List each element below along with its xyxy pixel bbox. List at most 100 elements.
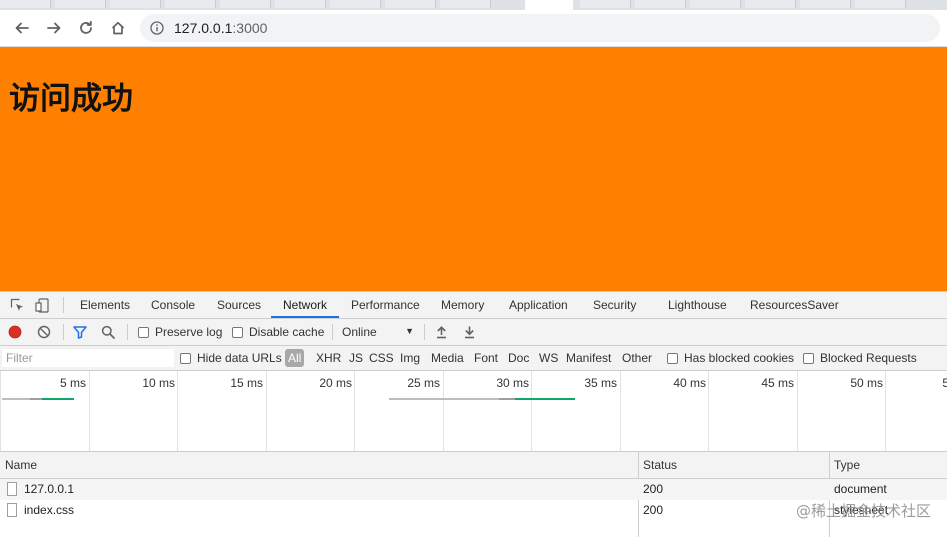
search-icon xyxy=(101,325,115,339)
watermark: @稀土掘金技术社区 xyxy=(795,502,931,520)
export-har-button[interactable] xyxy=(463,319,476,345)
hide-data-urls-checkbox[interactable]: Hide data URLs xyxy=(180,346,282,370)
back-button[interactable] xyxy=(8,14,36,42)
timeline-tick-label: 25 ms xyxy=(407,376,440,390)
checkbox-box[interactable] xyxy=(667,352,678,364)
browser-tab[interactable] xyxy=(0,0,51,8)
tab-sources[interactable]: Sources xyxy=(217,292,261,318)
tab-security[interactable]: Security xyxy=(593,292,636,318)
column-header-status[interactable]: Status xyxy=(643,452,677,478)
reload-button[interactable] xyxy=(72,14,100,42)
url-text[interactable]: 127.0.0.1:3000 xyxy=(174,20,267,36)
checkbox-box[interactable] xyxy=(138,326,149,338)
divider xyxy=(332,324,333,340)
type-filter-font[interactable]: Font xyxy=(474,349,498,367)
preserve-log-checkbox[interactable]: Preserve log xyxy=(138,319,222,345)
has-blocked-cookies-label: Has blocked cookies xyxy=(684,351,795,365)
disable-cache-label: Disable cache xyxy=(249,325,325,339)
forward-button[interactable] xyxy=(40,14,68,42)
tab-application[interactable]: Application xyxy=(509,292,568,318)
filter-toggle-button[interactable] xyxy=(73,319,87,345)
divider xyxy=(424,324,425,340)
tab-strip xyxy=(0,0,947,10)
hide-data-urls-label: Hide data URLs xyxy=(197,351,282,365)
timeline-gridline xyxy=(354,371,355,451)
timeline-tick-label: 30 ms xyxy=(496,376,529,390)
timeline-tick-label: 15 ms xyxy=(230,376,263,390)
timeline-gridline xyxy=(177,371,178,451)
type-filter-doc[interactable]: Doc xyxy=(508,349,529,367)
has-blocked-cookies-checkbox[interactable]: Has blocked cookies xyxy=(667,346,794,370)
browser-tab[interactable] xyxy=(275,0,326,8)
browser-tab[interactable] xyxy=(800,0,851,8)
throttling-select[interactable]: Online ▼ xyxy=(336,323,418,341)
tab-lighthouse[interactable]: Lighthouse xyxy=(668,292,727,318)
checkbox-box[interactable] xyxy=(232,326,243,338)
timeline-gridline xyxy=(89,371,90,451)
browser-tab[interactable] xyxy=(440,0,491,8)
clear-button[interactable] xyxy=(37,319,51,345)
timeline-gridline xyxy=(0,371,1,451)
timeline-gridline xyxy=(797,371,798,451)
type-filter-media[interactable]: Media xyxy=(431,349,464,367)
tab-memory[interactable]: Memory xyxy=(441,292,484,318)
table-row[interactable]: 127.0.0.1 200 document xyxy=(0,479,947,500)
type-filter-all[interactable]: All xyxy=(285,349,305,367)
browser-tab[interactable] xyxy=(580,0,631,8)
browser-tab[interactable] xyxy=(165,0,216,8)
device-toolbar-icon[interactable] xyxy=(34,296,52,314)
waterfall-download-bar xyxy=(42,398,74,400)
type-filter-img[interactable]: Img xyxy=(400,349,420,367)
import-har-button[interactable] xyxy=(435,319,448,345)
column-header-type[interactable]: Type xyxy=(834,452,860,478)
checkbox-box[interactable] xyxy=(803,352,814,364)
address-bar[interactable]: 127.0.0.1:3000 xyxy=(140,14,940,42)
home-icon xyxy=(111,21,125,35)
type-filter-xhr[interactable]: XHR xyxy=(316,349,341,367)
site-info-icon[interactable] xyxy=(150,20,166,36)
disable-cache-checkbox[interactable]: Disable cache xyxy=(232,319,324,345)
type-filter-css[interactable]: CSS xyxy=(369,349,394,367)
page-heading: 访问成功 xyxy=(9,81,133,117)
record-button[interactable] xyxy=(8,319,22,345)
type-filter-ws[interactable]: WS xyxy=(539,349,558,367)
url-port: :3000 xyxy=(232,20,268,36)
browser-tab[interactable] xyxy=(330,0,381,8)
filter-bar: Hide data URLs All XHR JS CSS Img Media … xyxy=(0,346,947,371)
browser-tab[interactable] xyxy=(220,0,271,8)
type-filter-other[interactable]: Other xyxy=(622,349,652,367)
type-filter-manifest[interactable]: Manifest xyxy=(566,349,611,367)
waterfall-download-bar xyxy=(515,398,575,400)
browser-tab[interactable] xyxy=(55,0,106,8)
timeline-tick-label: 10 ms xyxy=(142,376,175,390)
tab-elements[interactable]: Elements xyxy=(80,292,130,318)
column-header-name[interactable]: Name xyxy=(5,452,37,478)
browser-tab[interactable] xyxy=(110,0,161,8)
home-button[interactable] xyxy=(104,14,132,42)
timeline-gridline xyxy=(531,371,532,451)
tab-console[interactable]: Console xyxy=(151,292,195,318)
devtools-tab-bar: Elements Console Sources Network Perform… xyxy=(0,292,947,319)
devtools-panel: Elements Console Sources Network Perform… xyxy=(0,291,947,537)
browser-tab[interactable] xyxy=(635,0,686,8)
preserve-log-label: Preserve log xyxy=(155,325,223,339)
browser-tab[interactable] xyxy=(745,0,796,8)
filter-input[interactable] xyxy=(2,349,174,367)
download-icon xyxy=(465,326,474,339)
tab-performance[interactable]: Performance xyxy=(351,292,420,318)
inspect-element-icon[interactable] xyxy=(8,296,26,314)
checkbox-box[interactable] xyxy=(180,352,191,364)
blocked-requests-checkbox[interactable]: Blocked Requests xyxy=(803,346,917,370)
browser-tab[interactable] xyxy=(385,0,436,8)
network-overview-timeline[interactable]: 5 ms 10 ms 15 ms 20 ms 25 ms 30 ms 35 ms… xyxy=(0,371,947,452)
tab-resourcessaver[interactable]: ResourcesSaver xyxy=(750,292,839,318)
active-browser-tab[interactable] xyxy=(525,0,573,10)
browser-tab[interactable] xyxy=(855,0,906,8)
request-name: 127.0.0.1 xyxy=(24,482,75,496)
timeline-gridline xyxy=(266,371,267,451)
browser-tab[interactable] xyxy=(690,0,741,8)
search-button[interactable] xyxy=(101,319,115,345)
type-filter-js[interactable]: JS xyxy=(349,349,363,367)
blocked-requests-label: Blocked Requests xyxy=(820,351,917,365)
tab-network[interactable]: Network xyxy=(271,292,340,318)
